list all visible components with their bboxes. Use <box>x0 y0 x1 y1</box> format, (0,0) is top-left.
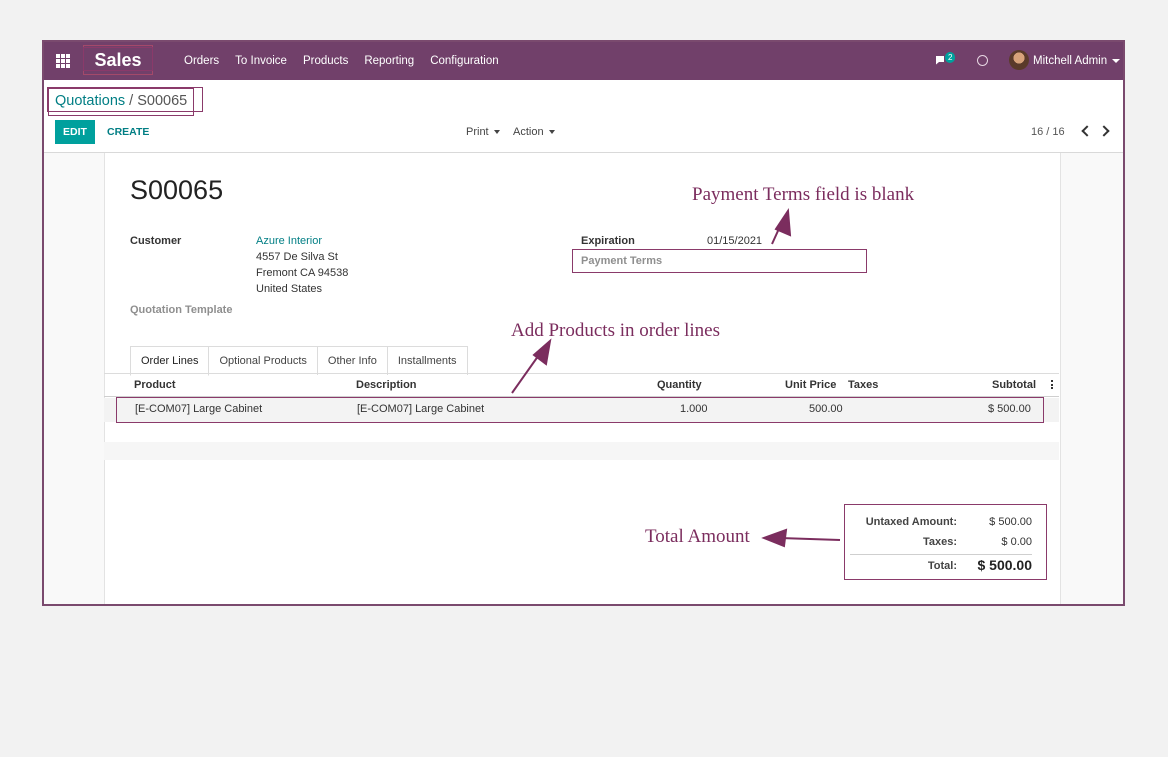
annotation-arrows <box>511 208 841 548</box>
arrow-total-head-icon <box>761 528 788 548</box>
arrow-order-lines-head-icon <box>532 338 552 366</box>
arrow-total-line <box>779 537 841 541</box>
